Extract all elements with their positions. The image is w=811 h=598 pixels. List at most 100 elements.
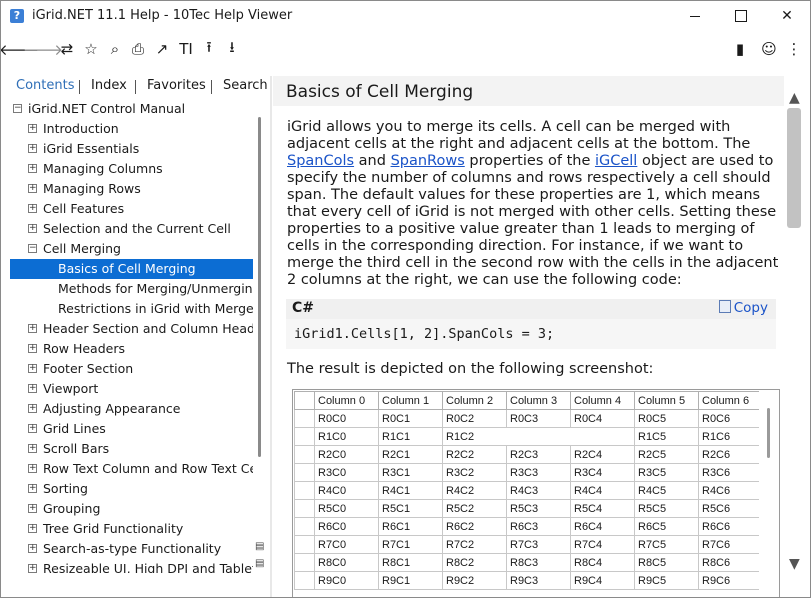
scroll-down-icon[interactable]: ▼ [789, 556, 800, 572]
upload-button[interactable]: ⭱ [198, 38, 220, 60]
hide-toc-icon[interactable]: ▤ [255, 559, 265, 569]
expand-icon[interactable]: + [28, 464, 37, 473]
expand-icon[interactable]: + [28, 544, 37, 553]
expand-icon[interactable]: + [28, 124, 37, 133]
expand-icon[interactable]: + [28, 184, 37, 193]
sync-toc-icon[interactable]: ▤ [255, 542, 265, 552]
expand-icon[interactable]: + [28, 164, 37, 173]
tree-item[interactable]: + Introduction [10, 119, 253, 139]
igrid-row: R3C0 R3C1 R3C2 R3C3 R3C4 R3C5 R3C6 [294, 463, 763, 482]
expand-icon[interactable]: + [28, 444, 37, 453]
igrid-row: R9C0 R9C1 R9C2 R9C3 R9C4 R9C5 R9C6 [294, 571, 763, 590]
expand-icon[interactable]: + [28, 524, 37, 533]
expand-icon[interactable]: + [28, 364, 37, 373]
expand-icon[interactable]: + [28, 484, 37, 493]
book-button[interactable]: ▮ [729, 38, 751, 60]
tree-item-label: Viewport [43, 381, 99, 396]
tab-search[interactable]: Search [223, 78, 268, 93]
tree-item[interactable]: + Viewport [10, 379, 253, 399]
tree-item[interactable]: − Cell Merging [10, 239, 253, 259]
igrid-row-header [294, 517, 315, 536]
tree-item[interactable]: + Selection and the Current Cell [10, 219, 253, 239]
expand-icon[interactable]: + [28, 424, 37, 433]
expand-icon[interactable]: + [28, 344, 37, 353]
tree-item[interactable]: + Sorting [10, 479, 253, 499]
expand-icon[interactable]: + [28, 504, 37, 513]
spanrows-link[interactable]: SpanRows [391, 153, 465, 169]
window-title: iGrid.NET 11.1 Help - 10Tec Help Viewer [32, 8, 293, 23]
igrid-cell: R9C6 [698, 571, 763, 590]
tab-index[interactable]: Index [91, 78, 127, 93]
tree-item[interactable]: + Row Text Column and Row Text Cell [10, 459, 253, 479]
tree-item[interactable]: Restrictions in iGrid with Merged C [10, 299, 253, 319]
tree-item[interactable]: + Search-as-type Functionality [10, 539, 253, 559]
tree-scrollbar[interactable] [256, 99, 264, 573]
igrid-cell: R3C3 [506, 463, 571, 482]
tree-item[interactable]: + Grouping [10, 499, 253, 519]
tree-item[interactable]: + Managing Rows [10, 179, 253, 199]
expand-icon[interactable]: + [28, 564, 37, 573]
forward-button[interactable]: 🡒 [23, 38, 63, 60]
page-title: Basics of Cell Merging [286, 82, 474, 102]
expand-icon[interactable]: + [28, 204, 37, 213]
expand-icon[interactable]: + [28, 324, 37, 333]
content-scrollbar[interactable]: ▲ ▼ [786, 76, 804, 597]
pane-splitter[interactable] [270, 76, 272, 597]
close-button[interactable]: ✕ [764, 1, 810, 31]
tab-contents[interactable]: Contents [16, 78, 74, 93]
topic-header: Basics of Cell Merging [273, 76, 784, 106]
scroll-up-icon[interactable]: ▲ [789, 90, 800, 106]
copy-button[interactable]: Copy [718, 300, 768, 316]
more-button[interactable]: ⋮ [783, 38, 805, 60]
tree-item[interactable]: + Header Section and Column Headers [10, 319, 253, 339]
igrid-cell: R8C0 [314, 553, 379, 572]
collapse-icon[interactable]: − [28, 244, 37, 253]
igrid-cell: R8C3 [506, 553, 571, 572]
tree-item-label: Managing Columns [43, 161, 163, 176]
star-plus-icon: ☆ [84, 40, 98, 58]
tree-item[interactable]: − iGrid.NET Control Manual [10, 99, 253, 119]
tree-item-label: Methods for Merging/Unmerging C [58, 281, 253, 296]
tree-item[interactable]: + Scroll Bars [10, 439, 253, 459]
open-external-button[interactable]: ↗ [151, 38, 173, 60]
maximize-button[interactable] [718, 1, 764, 31]
spancols-link[interactable]: SpanCols [287, 153, 354, 169]
maximize-icon [735, 10, 747, 22]
tree-item[interactable]: + Resizeable UI, High DPI and Tablets [10, 559, 253, 573]
collapse-icon[interactable]: − [13, 104, 22, 113]
tree-item[interactable]: + Grid Lines [10, 419, 253, 439]
font-size-button[interactable]: TI [175, 38, 197, 60]
tree-scroll-thumb[interactable] [258, 117, 261, 457]
sync-button[interactable]: ⇄ [56, 38, 78, 60]
igrid-cell: R4C5 [634, 481, 699, 500]
minimize-button[interactable] [672, 1, 718, 31]
igrid-cell: R5C6 [698, 499, 763, 518]
download-icon: ⭳ [229, 37, 235, 56]
tree-item[interactable]: + iGrid Essentials [10, 139, 253, 159]
expand-icon[interactable]: + [28, 384, 37, 393]
content-scroll-thumb[interactable] [787, 108, 801, 228]
tree-item[interactable]: Methods for Merging/Unmerging C [10, 279, 253, 299]
expand-icon[interactable]: + [28, 144, 37, 153]
tree-item[interactable]: + Footer Section [10, 359, 253, 379]
feedback-button[interactable]: ☺ [758, 38, 780, 60]
igrid-screenshot: Column 0 Column 1 Column 2 Column 3 Column 4… [292, 389, 780, 597]
download-button[interactable]: ⭳ [221, 38, 243, 60]
expand-icon[interactable]: + [28, 404, 37, 413]
tab-separator [79, 80, 80, 94]
tree-item[interactable]: + Adjusting Appearance [10, 399, 253, 419]
tree-item-selected[interactable]: Basics of Cell Merging [10, 259, 253, 279]
tree-item-label: Row Text Column and Row Text Cell [43, 461, 253, 476]
tree-item[interactable]: + Row Headers [10, 339, 253, 359]
igrid-row-header [294, 463, 315, 482]
igcell-link[interactable]: iGCell [595, 153, 637, 169]
add-favorite-button[interactable]: ☆ [80, 38, 102, 60]
print-button[interactable]: ⎙ [127, 38, 149, 60]
tree-item[interactable]: + Tree Grid Functionality [10, 519, 253, 539]
search-button[interactable]: ⌕ [104, 38, 126, 60]
tree-item[interactable]: + Cell Features [10, 199, 253, 219]
expand-icon[interactable]: + [28, 224, 37, 233]
igrid-cell: R4C3 [506, 481, 571, 500]
tab-favorites[interactable]: Favorites [147, 78, 206, 93]
tree-item[interactable]: + Managing Columns [10, 159, 253, 179]
